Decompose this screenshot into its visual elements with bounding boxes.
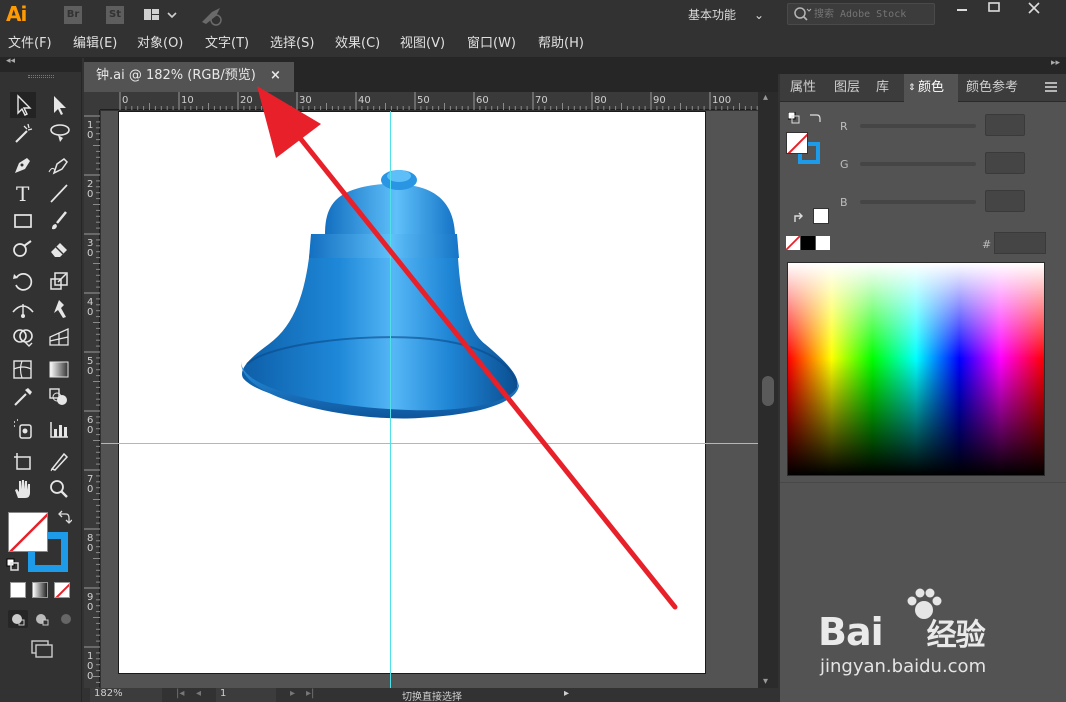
first-page-icon[interactable]: |◂ xyxy=(176,688,184,699)
tool-hint: 切换直接选择 xyxy=(402,692,462,702)
page-value: 1 xyxy=(220,688,227,699)
previous-page-icon[interactable]: ◂ xyxy=(196,688,201,699)
watermark-logo: Bai 经验 xyxy=(818,610,986,654)
red-channel-label: R xyxy=(840,120,848,133)
status-menu-icon[interactable]: ▸ xyxy=(564,688,569,699)
blue-channel-label: B xyxy=(840,196,848,209)
red-slider[interactable] xyxy=(860,124,976,128)
blue-slider[interactable] xyxy=(860,200,976,204)
zoom-value: 182% xyxy=(94,688,123,699)
red-value-field[interactable] xyxy=(985,114,1025,136)
status-bar: 182% |◂ ◂ 1 ▸ ▸| 切换直接选择 ▸ xyxy=(84,688,778,702)
panel-default-colors[interactable] xyxy=(787,111,800,124)
white-swatch[interactable] xyxy=(816,236,830,250)
next-page-icon[interactable]: ▸ xyxy=(290,688,295,699)
websafe-swatch[interactable] xyxy=(813,208,829,224)
arrow-head xyxy=(257,86,321,158)
green-channel-label: G xyxy=(840,158,849,171)
blue-value-field[interactable] xyxy=(985,190,1025,212)
out-of-gamut-button[interactable] xyxy=(792,210,806,224)
swap-arrows-icon xyxy=(810,114,821,122)
none-icon xyxy=(786,236,800,250)
panel-dock-header: ▸▸ xyxy=(778,58,1066,74)
hex-field[interactable] xyxy=(994,232,1046,254)
black-swatch[interactable] xyxy=(801,236,815,250)
hex-label: # xyxy=(982,238,992,251)
last-page-icon[interactable]: ▸| xyxy=(306,688,314,699)
green-slider[interactable] xyxy=(860,162,976,166)
tab-color[interactable]: ⇕ 颜色 xyxy=(904,74,958,102)
none-color-swatch[interactable] xyxy=(786,236,800,250)
tab-color-guide[interactable]: 颜色参考 xyxy=(966,74,1018,102)
green-value-field[interactable] xyxy=(985,152,1025,174)
color-spectrum[interactable] xyxy=(787,262,1045,476)
expand-panels-icon[interactable]: ▸▸ xyxy=(1051,58,1060,68)
baidu-jingyan-watermark: Bai 经验 jingyan.baidu.com xyxy=(816,588,1026,688)
tab-color-label: 颜色 xyxy=(918,80,945,95)
panel-menu-button[interactable] xyxy=(1044,80,1058,94)
zoom-field[interactable]: 182% xyxy=(90,688,162,702)
panel-tabs: 属性 图层 库 ⇕ 颜色 颜色参考 xyxy=(780,74,1066,102)
panel-swap-button[interactable] xyxy=(808,112,822,124)
tab-libraries[interactable]: 库 xyxy=(876,74,889,102)
default-colors-icon xyxy=(787,111,800,124)
tab-properties[interactable]: 属性 xyxy=(790,74,816,102)
panel-fill-swatch[interactable] xyxy=(786,132,808,154)
watermark-url: jingyan.baidu.com xyxy=(820,656,987,677)
tab-updown-icon: ⇕ xyxy=(908,83,916,93)
none-fill-icon xyxy=(787,133,807,153)
gamut-arrow-icon xyxy=(794,212,803,222)
page-field[interactable]: 1 xyxy=(216,688,276,702)
menu-icon xyxy=(1045,82,1057,92)
tab-layers[interactable]: 图层 xyxy=(834,74,860,102)
